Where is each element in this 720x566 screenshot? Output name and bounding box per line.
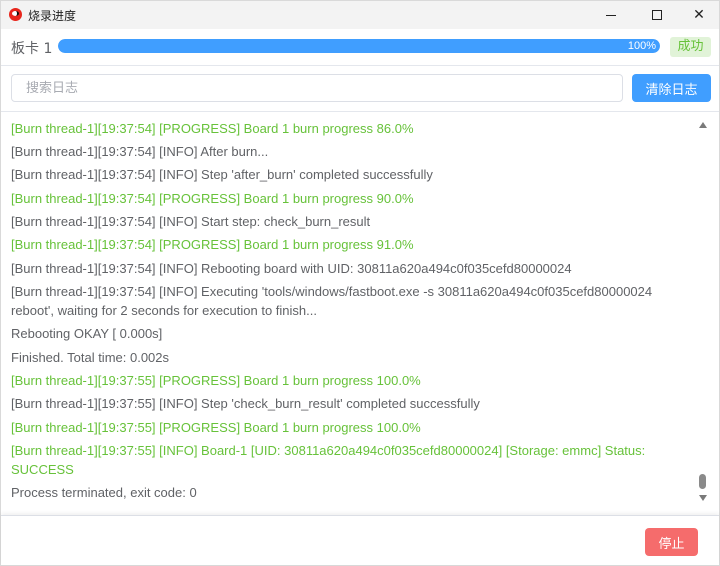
- log-panel[interactable]: [Burn thread-1][19:37:54] [PROGRESS] Boa…: [1, 113, 713, 515]
- log-line: [Burn thread-1][19:37:54] [PROGRESS] Boa…: [11, 191, 414, 206]
- burn-progress-text: 100%: [627, 40, 656, 52]
- status-badge: 成功: [670, 37, 711, 57]
- log-line: [Burn thread-1][19:37:54] [INFO] Step 'a…: [11, 167, 433, 182]
- burn-progress-fill: 100%: [58, 39, 660, 53]
- burn-progress-bar: 100%: [58, 39, 660, 53]
- clear-log-button[interactable]: 清除日志: [632, 74, 711, 102]
- log-line: [Burn thread-1][19:37:55] [INFO] Board-1…: [11, 443, 649, 477]
- scroll-down-arrow-icon[interactable]: [699, 495, 707, 501]
- log-line: [Burn thread-1][19:37:54] [INFO] Rebooti…: [11, 261, 572, 276]
- window-title: 烧录进度: [28, 9, 77, 23]
- close-icon: ✕: [693, 7, 705, 23]
- minimize-button[interactable]: [589, 1, 633, 29]
- log-scrollbar[interactable]: [697, 119, 709, 505]
- footer-bar: 停止: [1, 515, 719, 565]
- search-log-input[interactable]: [11, 74, 623, 102]
- log-line: [Burn thread-1][19:37:54] [PROGRESS] Boa…: [11, 237, 414, 252]
- log-line: Process terminated, exit code: 0: [11, 485, 197, 500]
- maximize-icon: [652, 10, 662, 20]
- toolbar-divider: [1, 111, 719, 112]
- minimize-icon: [606, 14, 616, 16]
- close-button[interactable]: ✕: [677, 1, 720, 29]
- app-logo-icon: [9, 8, 22, 21]
- burn-progress-window: 烧录进度 ✕ 板卡 1 100% 成功 清除日志 [Burn thread-1]…: [0, 0, 720, 566]
- header-divider: [1, 65, 719, 66]
- log-line: Finished. Total time: 0.002s: [11, 350, 170, 365]
- log-line: [Burn thread-1][19:37:54] [PROGRESS] Boa…: [11, 121, 414, 136]
- log-line: [Burn thread-1][19:37:54] [INFO] Start s…: [11, 214, 371, 229]
- title-bar[interactable]: 烧录进度 ✕: [1, 1, 719, 29]
- log-line: [Burn thread-1][19:37:54] [INFO] Executi…: [11, 284, 656, 318]
- stop-button[interactable]: 停止: [645, 528, 698, 556]
- scroll-thumb[interactable]: [699, 474, 706, 489]
- log-line: [Burn thread-1][19:37:54] [INFO] After b…: [11, 144, 269, 159]
- log-line: [Burn thread-1][19:37:55] [PROGRESS] Boa…: [11, 373, 421, 388]
- scroll-up-arrow-icon[interactable]: [699, 122, 707, 128]
- log-line: Rebooting OKAY [ 0.000s]: [11, 326, 163, 341]
- log-line: [Burn thread-1][19:37:55] [INFO] Step 'c…: [11, 396, 480, 411]
- board-label: 板卡 1: [11, 41, 53, 57]
- log-line: [Burn thread-1][19:37:55] [PROGRESS] Boa…: [11, 420, 421, 435]
- maximize-button[interactable]: [635, 1, 679, 29]
